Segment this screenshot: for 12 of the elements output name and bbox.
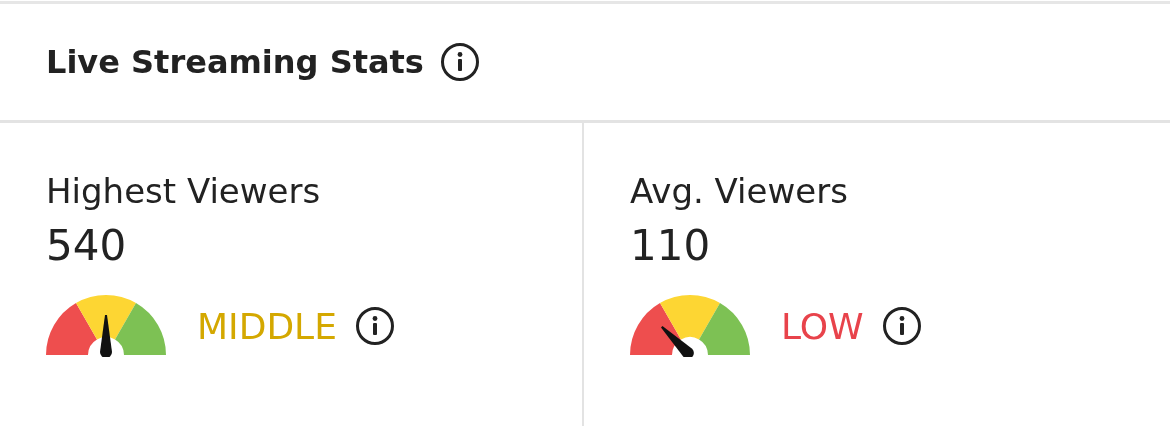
stat-value: 540 [46, 220, 128, 272]
info-icon[interactable] [354, 306, 395, 346]
info-icon[interactable] [439, 42, 480, 82]
stat-label: Avg. Viewers [630, 170, 849, 213]
gauge-needle [100, 315, 112, 357]
card-title: Live Streaming Stats [46, 43, 424, 81]
rating-text: LOW [781, 305, 864, 347]
info-icon[interactable] [881, 306, 922, 346]
stat-label: Highest Viewers [46, 170, 322, 213]
gauge-needle [661, 326, 694, 357]
stat-value: 110 [630, 220, 712, 272]
rating-text: MIDDLE [197, 305, 337, 347]
